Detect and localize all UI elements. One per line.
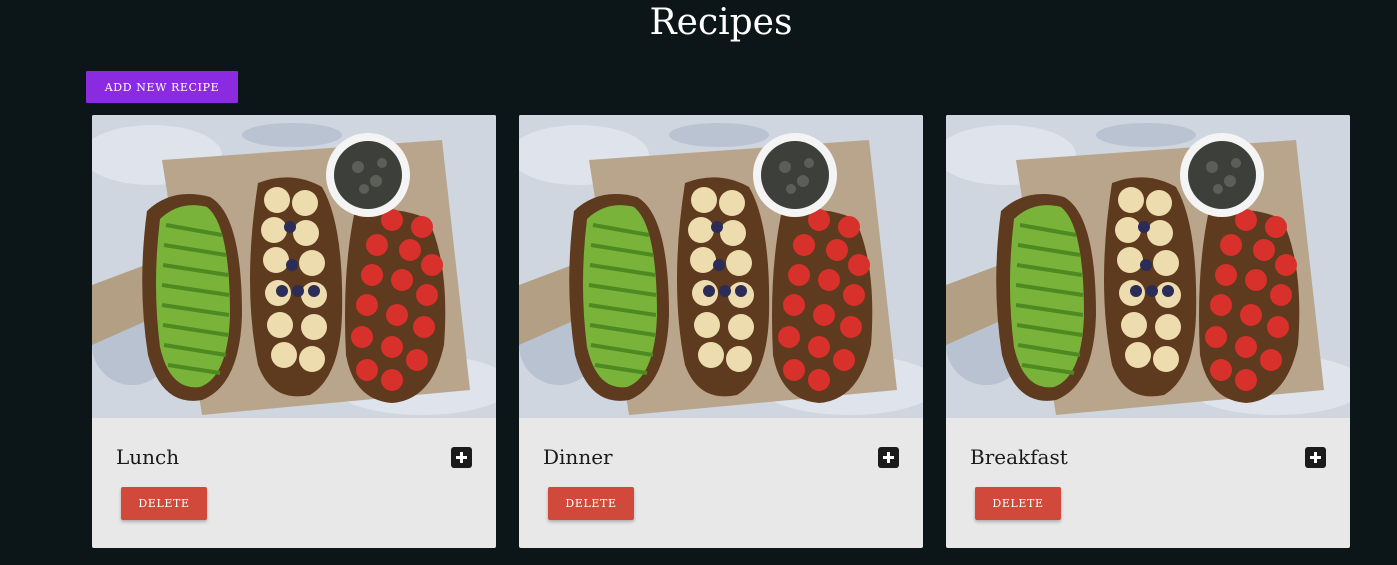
plus-icon (883, 452, 894, 463)
add-to-list-button[interactable] (1305, 447, 1326, 468)
recipe-name: Dinner (543, 445, 613, 469)
page-title: Recipes (649, 2, 793, 43)
add-to-list-button[interactable] (451, 447, 472, 468)
add-new-recipe-button[interactable]: ADD NEW RECIPE (86, 71, 238, 103)
add-to-list-button[interactable] (878, 447, 899, 468)
recipe-name: Lunch (116, 445, 180, 469)
recipe-image (519, 115, 923, 418)
plus-icon (1310, 452, 1321, 463)
delete-button[interactable]: DELETE (548, 487, 634, 520)
recipe-card: Lunch DELETE (92, 115, 496, 548)
delete-button[interactable]: DELETE (975, 487, 1061, 520)
recipe-image (946, 115, 1350, 418)
recipe-card: Breakfast DELETE (946, 115, 1350, 548)
plus-icon (456, 452, 467, 463)
recipe-card: Dinner DELETE (519, 115, 923, 548)
recipe-name: Breakfast (970, 445, 1068, 469)
recipe-image (92, 115, 496, 418)
delete-button[interactable]: DELETE (121, 487, 207, 520)
